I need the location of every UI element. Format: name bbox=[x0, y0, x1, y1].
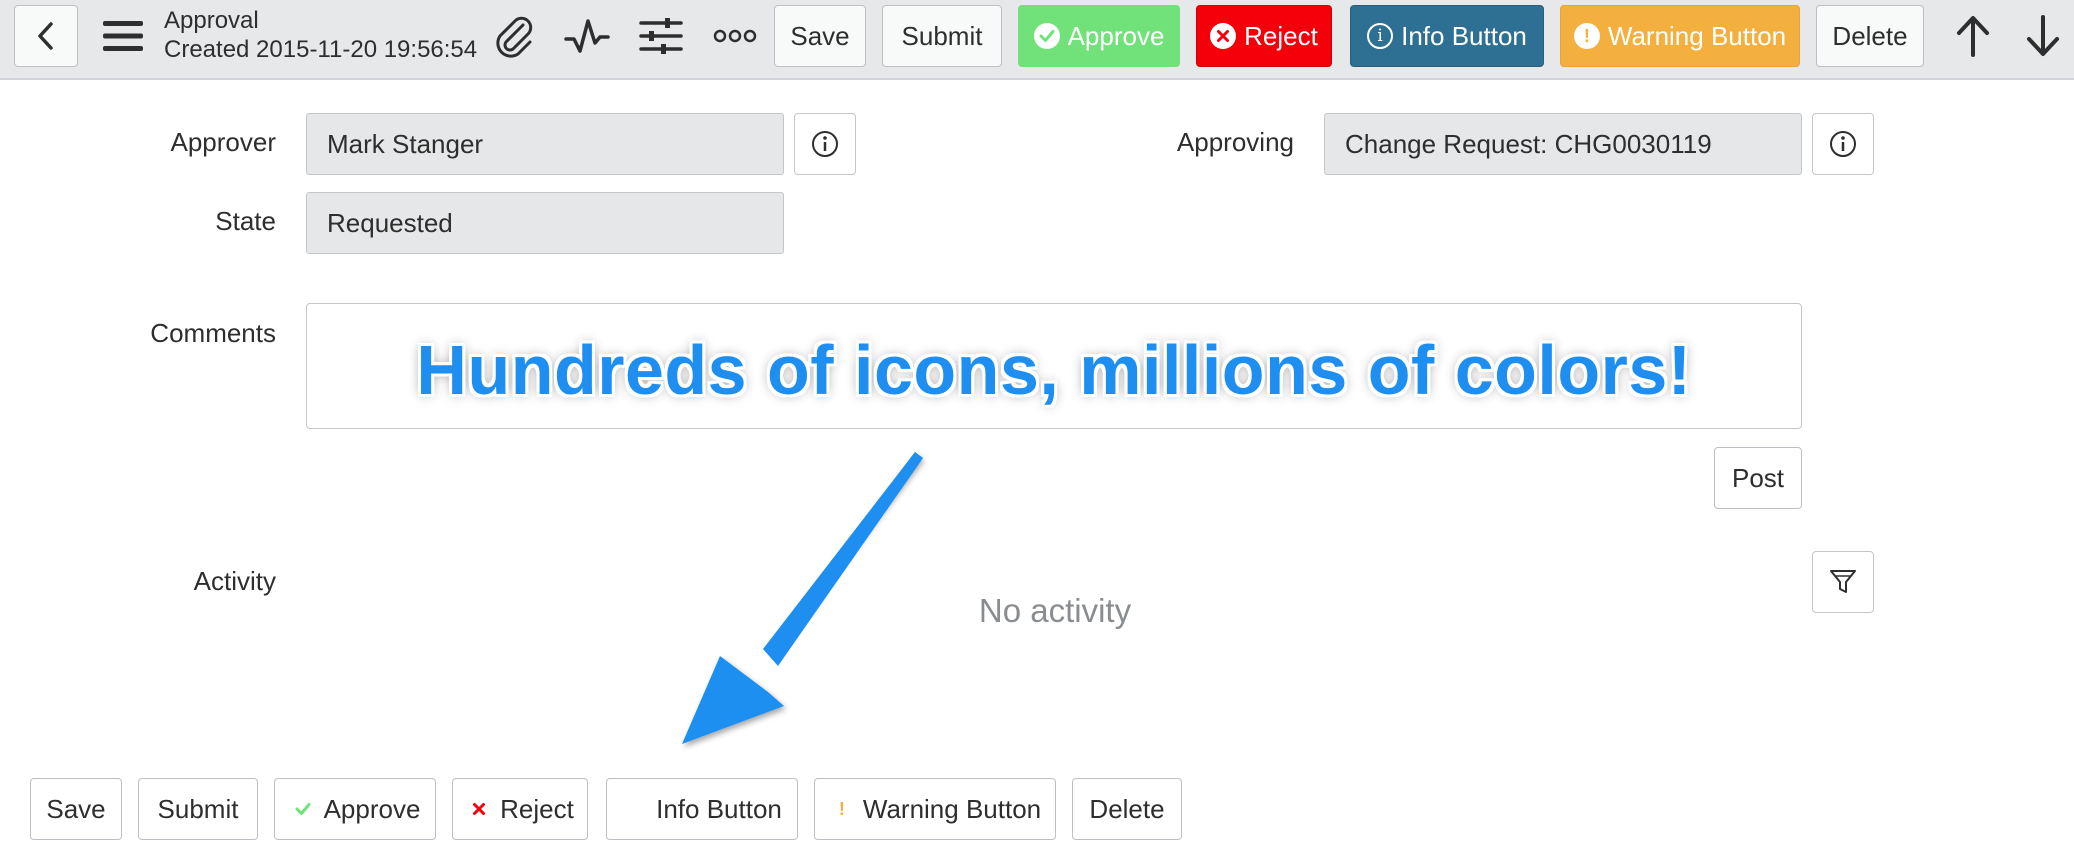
down-arrow-icon bbox=[2027, 15, 2059, 56]
header-info-button[interactable]: i Info Button bbox=[1350, 5, 1544, 67]
exclamation-circle-icon: ! bbox=[1573, 23, 1600, 49]
header-submit-button[interactable]: Submit bbox=[882, 5, 1002, 67]
previous-record-button[interactable] bbox=[1946, 8, 2000, 64]
menu-icon bbox=[103, 21, 143, 51]
annotation-caption: Hundreds of icons, millions of colors! bbox=[416, 331, 1692, 409]
info-circle-icon: i bbox=[622, 796, 649, 822]
attachment-button[interactable] bbox=[486, 8, 540, 64]
approving-info-button[interactable] bbox=[1812, 113, 1874, 175]
filter-icon bbox=[1830, 570, 1856, 593]
activity-icon bbox=[564, 19, 610, 53]
post-button[interactable]: Post bbox=[1714, 447, 1802, 509]
exclamation-circle-icon: ! bbox=[828, 796, 855, 822]
menu-button[interactable] bbox=[98, 8, 148, 64]
next-record-button[interactable] bbox=[2016, 8, 2070, 64]
comments-label: Comments bbox=[150, 318, 276, 348]
header-reject-label: Reject bbox=[1244, 20, 1318, 51]
header-approve-button[interactable]: Approve bbox=[1018, 5, 1180, 67]
approver-field[interactable]: Mark Stanger bbox=[306, 113, 784, 175]
record-title-block: Approval Created 2015-11-20 19:56:54 bbox=[164, 6, 477, 64]
form-header: Approval Created 2015-11-20 19:56:54 Sav… bbox=[0, 0, 2074, 80]
x-circle-icon bbox=[466, 796, 493, 822]
activity-label: Activity bbox=[193, 566, 276, 596]
back-button[interactable] bbox=[14, 5, 78, 67]
approving-field[interactable]: Change Request: CHG0030119 bbox=[1324, 113, 1802, 175]
footer-reject-label: Reject bbox=[500, 793, 574, 824]
info-circle-icon bbox=[1830, 131, 1856, 157]
header-approve-label: Approve bbox=[1067, 20, 1165, 51]
record-title: Approval bbox=[164, 7, 259, 34]
more-icon bbox=[713, 29, 757, 43]
personalize-button[interactable] bbox=[636, 8, 686, 64]
footer-submit-button[interactable]: Submit bbox=[138, 778, 258, 840]
footer-info-label: Info Button bbox=[656, 793, 782, 824]
paperclip-icon bbox=[496, 16, 533, 58]
approving-label: Approving bbox=[1176, 127, 1294, 157]
approver-label: Approver bbox=[170, 127, 277, 157]
footer-info-button[interactable]: i Info Button bbox=[606, 778, 798, 840]
footer-reject-button[interactable]: Reject bbox=[452, 778, 588, 840]
footer-delete-button[interactable]: Delete bbox=[1072, 778, 1182, 840]
footer-approve-button[interactable]: Approve bbox=[274, 778, 436, 840]
settings-sliders-icon bbox=[639, 18, 683, 54]
more-options-button[interactable] bbox=[710, 8, 760, 64]
approver-info-button[interactable] bbox=[794, 113, 856, 175]
footer-approve-label: Approve bbox=[323, 793, 421, 824]
footer-warning-label: Warning Button bbox=[862, 793, 1042, 824]
activity-stream-button[interactable] bbox=[560, 8, 614, 64]
annotation-arrow-icon bbox=[682, 452, 923, 744]
x-circle-icon bbox=[1210, 23, 1237, 49]
header-save-button[interactable]: Save bbox=[774, 5, 866, 67]
check-circle-icon bbox=[1033, 23, 1060, 49]
state-field[interactable]: Requested bbox=[306, 192, 784, 254]
header-info-label: Info Button bbox=[1401, 20, 1527, 51]
no-activity-text: No activity bbox=[978, 592, 1132, 629]
back-icon bbox=[38, 22, 53, 50]
record-created: Created 2015-11-20 19:56:54 bbox=[164, 36, 478, 63]
header-warning-label: Warning Button bbox=[1607, 20, 1787, 51]
info-circle-icon: i bbox=[1367, 23, 1394, 49]
activity-filter-button[interactable] bbox=[1812, 551, 1874, 613]
header-delete-button[interactable]: Delete bbox=[1816, 5, 1924, 67]
state-label: State bbox=[215, 206, 276, 236]
header-warning-button[interactable]: ! Warning Button bbox=[1560, 5, 1800, 67]
footer-warning-button[interactable]: ! Warning Button bbox=[814, 778, 1056, 840]
footer-save-button[interactable]: Save bbox=[30, 778, 122, 840]
up-arrow-icon bbox=[1957, 16, 1989, 57]
check-circle-icon bbox=[289, 796, 316, 822]
header-reject-button[interactable]: Reject bbox=[1196, 5, 1332, 67]
info-circle-icon bbox=[812, 131, 838, 157]
